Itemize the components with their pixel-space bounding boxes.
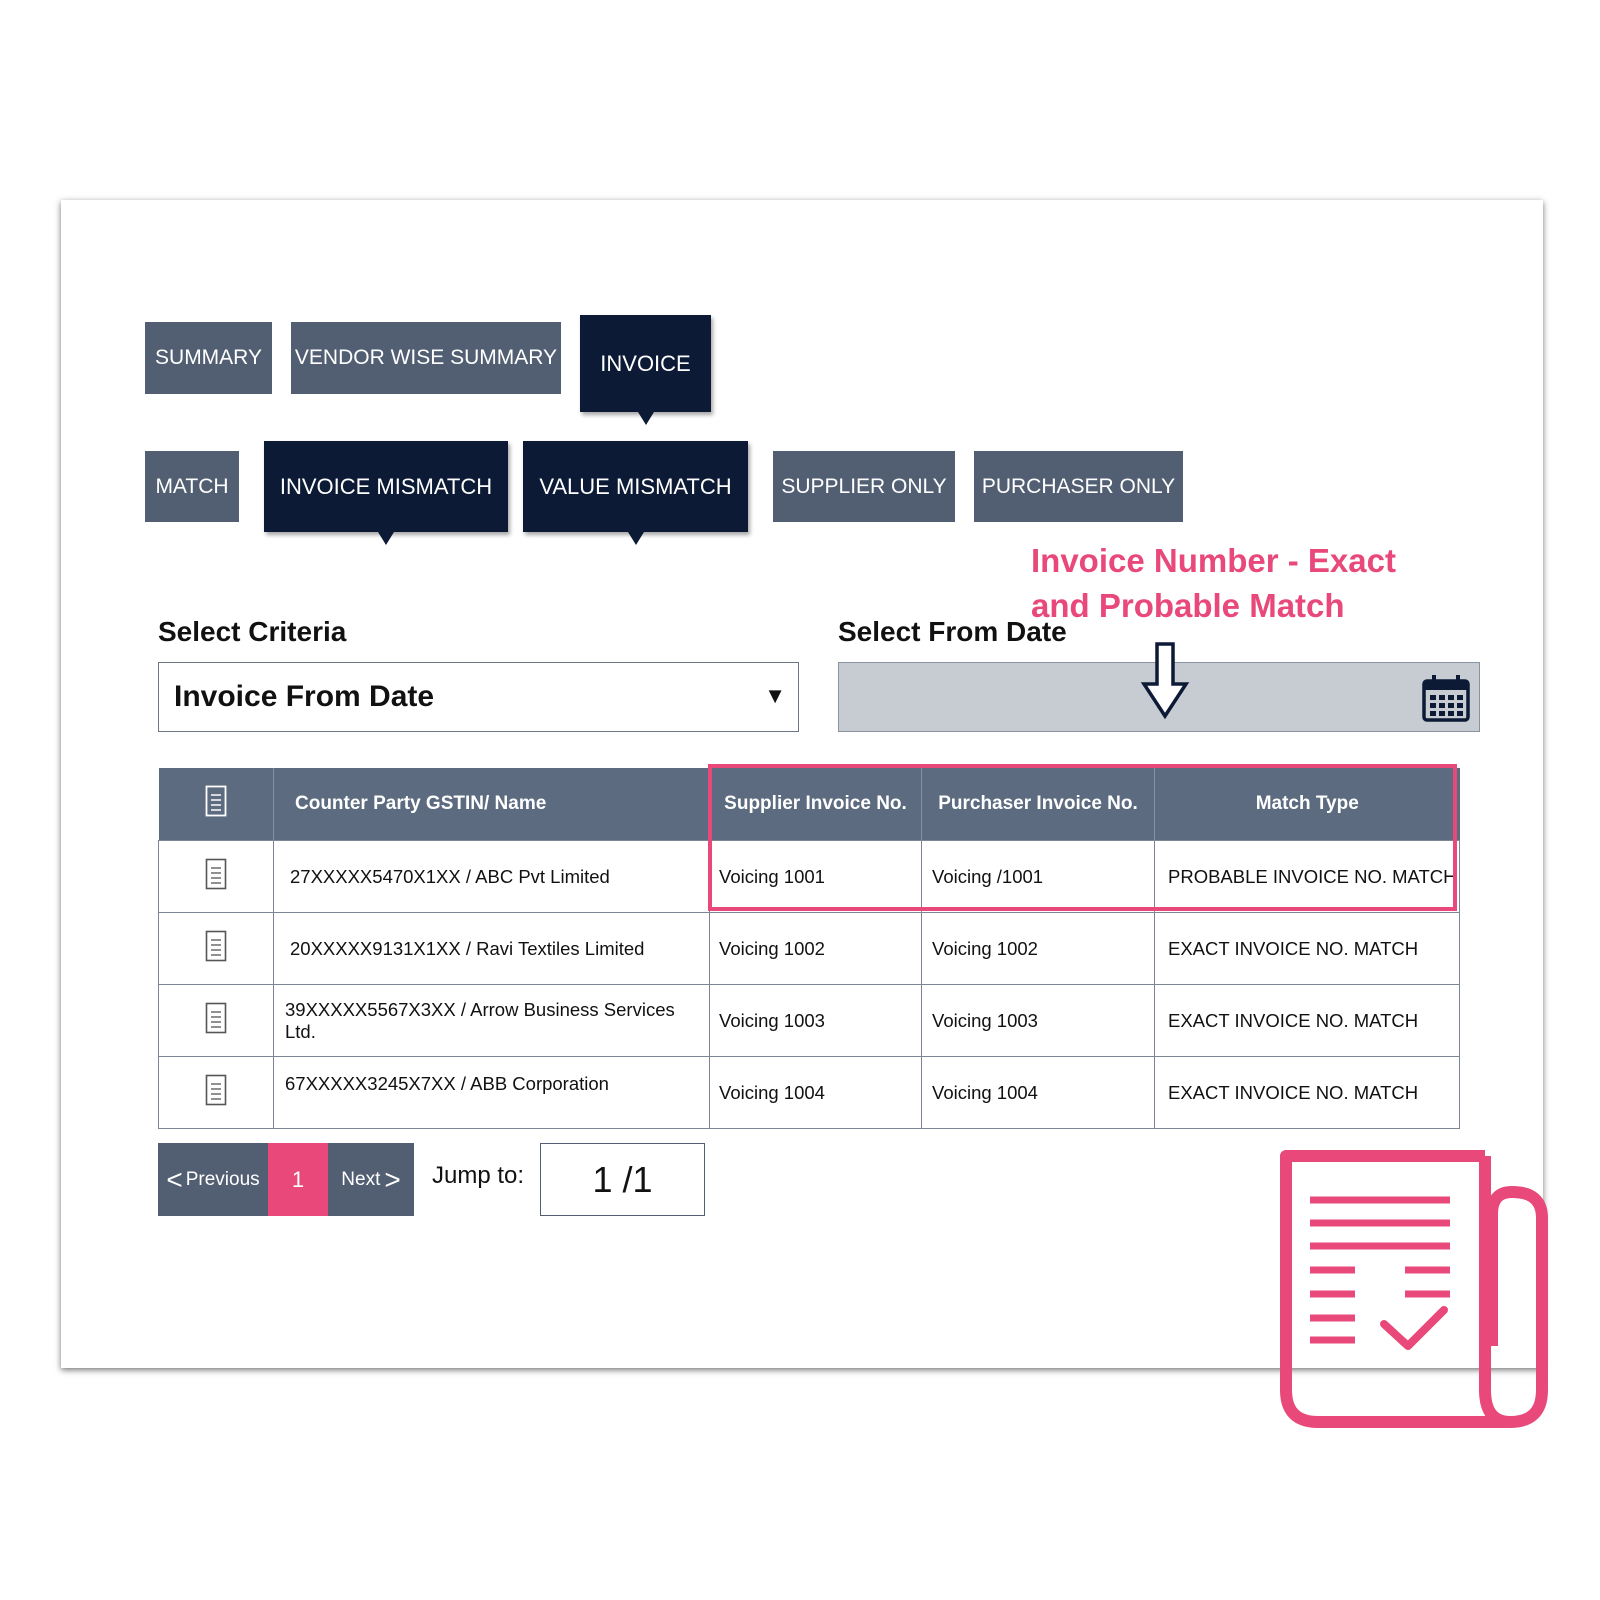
select-from-date-label: Select From Date	[838, 616, 1067, 647]
callout-annotation: Invoice Number - Exact and Probable Matc…	[1031, 538, 1451, 628]
header-doc-icon-cell	[158, 768, 274, 841]
previous-label: Previous	[185, 1168, 260, 1190]
criteria-dropdown[interactable]: Invoice From Date ▼	[158, 662, 799, 732]
cell-purchaser-invoice: Voicing 1003	[921, 984, 1155, 1057]
document-icon[interactable]	[205, 930, 227, 962]
cell-supplier-invoice: Voicing 1003	[709, 984, 922, 1057]
select-criteria-label: Select Criteria	[158, 616, 347, 647]
cell-counter-party: 67XXXXX3245X7XX / ABB Corporation	[273, 1056, 710, 1129]
next-button[interactable]: Next >	[328, 1143, 414, 1216]
tab-invoice-mismatch[interactable]: INVOICE MISMATCH	[264, 441, 508, 545]
next-label: Next	[341, 1168, 381, 1190]
chevron-left-icon: <	[166, 1163, 183, 1195]
cell-counter-party: 20XXXXX9131X1XX / Ravi Textiles Limited	[273, 912, 710, 985]
tab-summary[interactable]: SUMMARY	[145, 322, 272, 394]
tab-purchaser-only[interactable]: PURCHASER ONLY	[974, 451, 1183, 522]
table-row[interactable]: 67XXXXX3245X7XX / ABB Corporation Voicin…	[158, 1056, 1460, 1129]
cell-purchaser-invoice: Voicing 1004	[921, 1056, 1155, 1129]
table-row[interactable]: 27XXXXX5470X1XX / ABC Pvt Limited Voicin…	[158, 840, 1460, 913]
cell-supplier-invoice: Voicing 1004	[709, 1056, 922, 1129]
header-purchaser-invoice: Purchaser Invoice No.	[921, 768, 1155, 841]
table-header-row: Counter Party GSTIN/ Name Supplier Invoi…	[158, 768, 1460, 841]
page-1-button[interactable]: 1	[268, 1143, 328, 1216]
callout-line-2: and Probable Match	[1031, 587, 1345, 624]
document-icon	[205, 785, 227, 817]
row-doc-icon-cell[interactable]	[158, 1056, 274, 1129]
down-arrow-icon	[1140, 642, 1190, 720]
header-match-type: Match Type	[1154, 768, 1460, 841]
calendar-icon[interactable]	[1421, 673, 1471, 723]
cell-purchaser-invoice: Voicing /1001	[921, 840, 1155, 913]
cell-supplier-invoice: Voicing 1002	[709, 912, 922, 985]
cell-supplier-invoice: Voicing 1001	[709, 840, 922, 913]
cell-match-type: EXACT INVOICE NO. MATCH	[1154, 1056, 1460, 1129]
row-doc-icon-cell[interactable]	[158, 840, 274, 913]
tab-value-mismatch[interactable]: VALUE MISMATCH	[523, 441, 748, 545]
tab-vendor-wise-summary[interactable]: VENDOR WISE SUMMARY	[291, 322, 561, 394]
table-row[interactable]: 39XXXXX5567X3XX / Arrow Business Service…	[158, 984, 1460, 1057]
cell-counter-party: 27XXXXX5470X1XX / ABC Pvt Limited	[273, 840, 710, 913]
tab-supplier-only[interactable]: SUPPLIER ONLY	[773, 451, 955, 522]
cell-match-type: EXACT INVOICE NO. MATCH	[1154, 984, 1460, 1057]
chevron-right-icon: >	[384, 1163, 401, 1195]
jump-to-label: Jump to:	[432, 1162, 525, 1189]
pagination: < Previous 1 Next >	[158, 1143, 414, 1216]
row-doc-icon-cell[interactable]	[158, 984, 274, 1057]
tab-match[interactable]: MATCH	[145, 451, 239, 522]
cell-purchaser-invoice: Voicing 1002	[921, 912, 1155, 985]
header-counter-party: Counter Party GSTIN/ Name	[273, 768, 710, 841]
cell-match-type: PROBABLE INVOICE NO. MATCH	[1154, 840, 1460, 913]
invoice-table: Counter Party GSTIN/ Name Supplier Invoi…	[158, 768, 1460, 1129]
cell-counter-party: 39XXXXX5567X3XX / Arrow Business Service…	[273, 984, 710, 1057]
document-icon[interactable]	[205, 858, 227, 890]
invoice-document-icon	[1280, 1150, 1548, 1428]
row-doc-icon-cell[interactable]	[158, 912, 274, 985]
document-icon[interactable]	[205, 1074, 227, 1106]
jump-to-input[interactable]: 1 /1	[540, 1143, 705, 1216]
table-row[interactable]: 20XXXXX9131X1XX / Ravi Textiles Limited …	[158, 912, 1460, 985]
dropdown-caret-icon: ▼	[764, 683, 786, 708]
previous-button[interactable]: < Previous	[158, 1143, 268, 1216]
cell-match-type: EXACT INVOICE NO. MATCH	[1154, 912, 1460, 985]
callout-line-1: Invoice Number - Exact	[1031, 542, 1396, 579]
header-supplier-invoice: Supplier Invoice No.	[709, 768, 922, 841]
tab-invoice[interactable]: INVOICE	[580, 315, 711, 425]
criteria-value: Invoice From Date	[174, 680, 435, 713]
document-icon[interactable]	[205, 1002, 227, 1034]
